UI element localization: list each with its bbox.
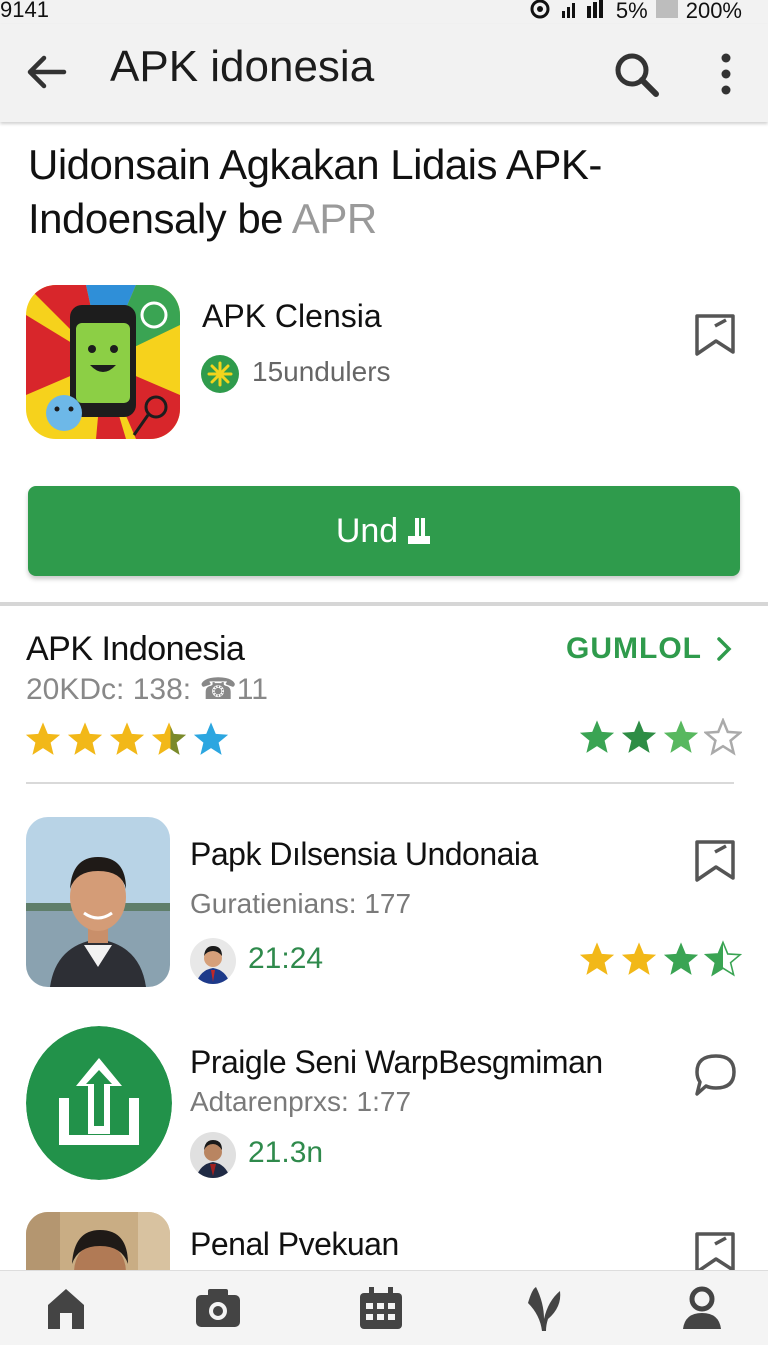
star-icon [109,722,145,755]
page-headline: Uidonsain Agkakan Lidais APK-Indoensaly … [28,138,748,246]
list-item-thumbnail[interactable] [26,817,170,987]
avatar [190,938,236,984]
star-icon [67,722,103,755]
app-bar-title: APK idonesia [110,42,375,91]
list-item-subtitle: Guratienians: 177 [190,888,412,919]
list-item-meta: 21.3n [248,1136,324,1169]
comment-icon[interactable] [692,1052,738,1098]
see-more-label: GUMLOL [566,632,702,665]
see-more-link[interactable]: GUMLOL [566,632,732,666]
section-subtitle: 20KDc: 138: ☎11 [26,673,268,706]
download-count: 15undulers [252,356,391,387]
home-icon [48,1289,84,1329]
signal-icon [560,0,578,24]
headline-faint: APR [291,195,377,242]
app-icon[interactable] [26,285,180,439]
alarm-icon [528,0,552,25]
battery-icon [655,0,678,24]
nav-home[interactable] [44,1285,88,1331]
section-title: APK Indonesia [26,630,245,668]
star-icon [193,722,229,755]
nav-profile[interactable] [680,1285,724,1331]
battery-percent: 5% [615,0,648,23]
star-icon [621,942,657,975]
list-item-subtitle: Adtarenprxs: 1:77 [190,1086,412,1117]
star-half-icon [704,940,742,977]
back-button[interactable] [24,50,68,94]
star-empty-icon [704,718,742,756]
section-divider [0,602,768,606]
list-item-rating [578,940,742,978]
star-icon [621,720,657,753]
status-bar: 9141 5% 200% [0,0,768,24]
star-half-icon [151,722,187,755]
sparkle-badge-icon [201,355,239,393]
install-button[interactable]: Und [28,486,740,576]
more-options-button[interactable] [706,48,746,100]
app-bar: APK idonesia [0,24,768,122]
bookmark-icon[interactable] [692,312,738,358]
status-icons: 5% 200% [528,0,742,25]
leaf-icon [528,1287,561,1331]
nav-calendar[interactable] [358,1285,404,1331]
list-item-meta: 21:24 [248,942,324,975]
bookmark-icon[interactable] [692,838,738,884]
avatar [190,1132,236,1178]
star-icon [663,942,699,975]
more-vert-icon [721,53,731,95]
status-time: 9141 [0,0,49,22]
cell-signal-icon [586,0,608,24]
star-icon [579,942,615,975]
section-rating-right [578,718,742,756]
app-name: APK Clensia [202,298,382,334]
nav-leaf[interactable] [522,1285,566,1331]
list-divider [26,782,734,784]
star-icon [579,720,615,753]
star-icon [663,720,699,753]
search-button[interactable] [610,48,662,100]
section-rating-left [24,720,230,758]
list-item-title[interactable]: Penal Pvekuan [190,1226,399,1263]
camera-icon [196,1289,240,1327]
upload-app-icon[interactable] [26,1026,172,1180]
list-item-title[interactable]: Praigle Seni WarpBesgmiman [190,1044,603,1081]
bottom-navigation [0,1270,768,1345]
list-item-title[interactable]: Papk Dılsensia Undonaia [190,836,538,873]
nav-camera[interactable] [194,1285,242,1331]
calendar-icon [360,1287,402,1329]
install-button-label: Und [335,511,399,550]
star-icon [25,722,61,755]
person-icon [683,1286,721,1329]
search-icon [615,53,659,97]
back-arrow-icon [27,55,67,89]
zoom-level: 200% [685,0,742,23]
chevron-right-icon [717,637,732,661]
install-icon [408,518,431,544]
